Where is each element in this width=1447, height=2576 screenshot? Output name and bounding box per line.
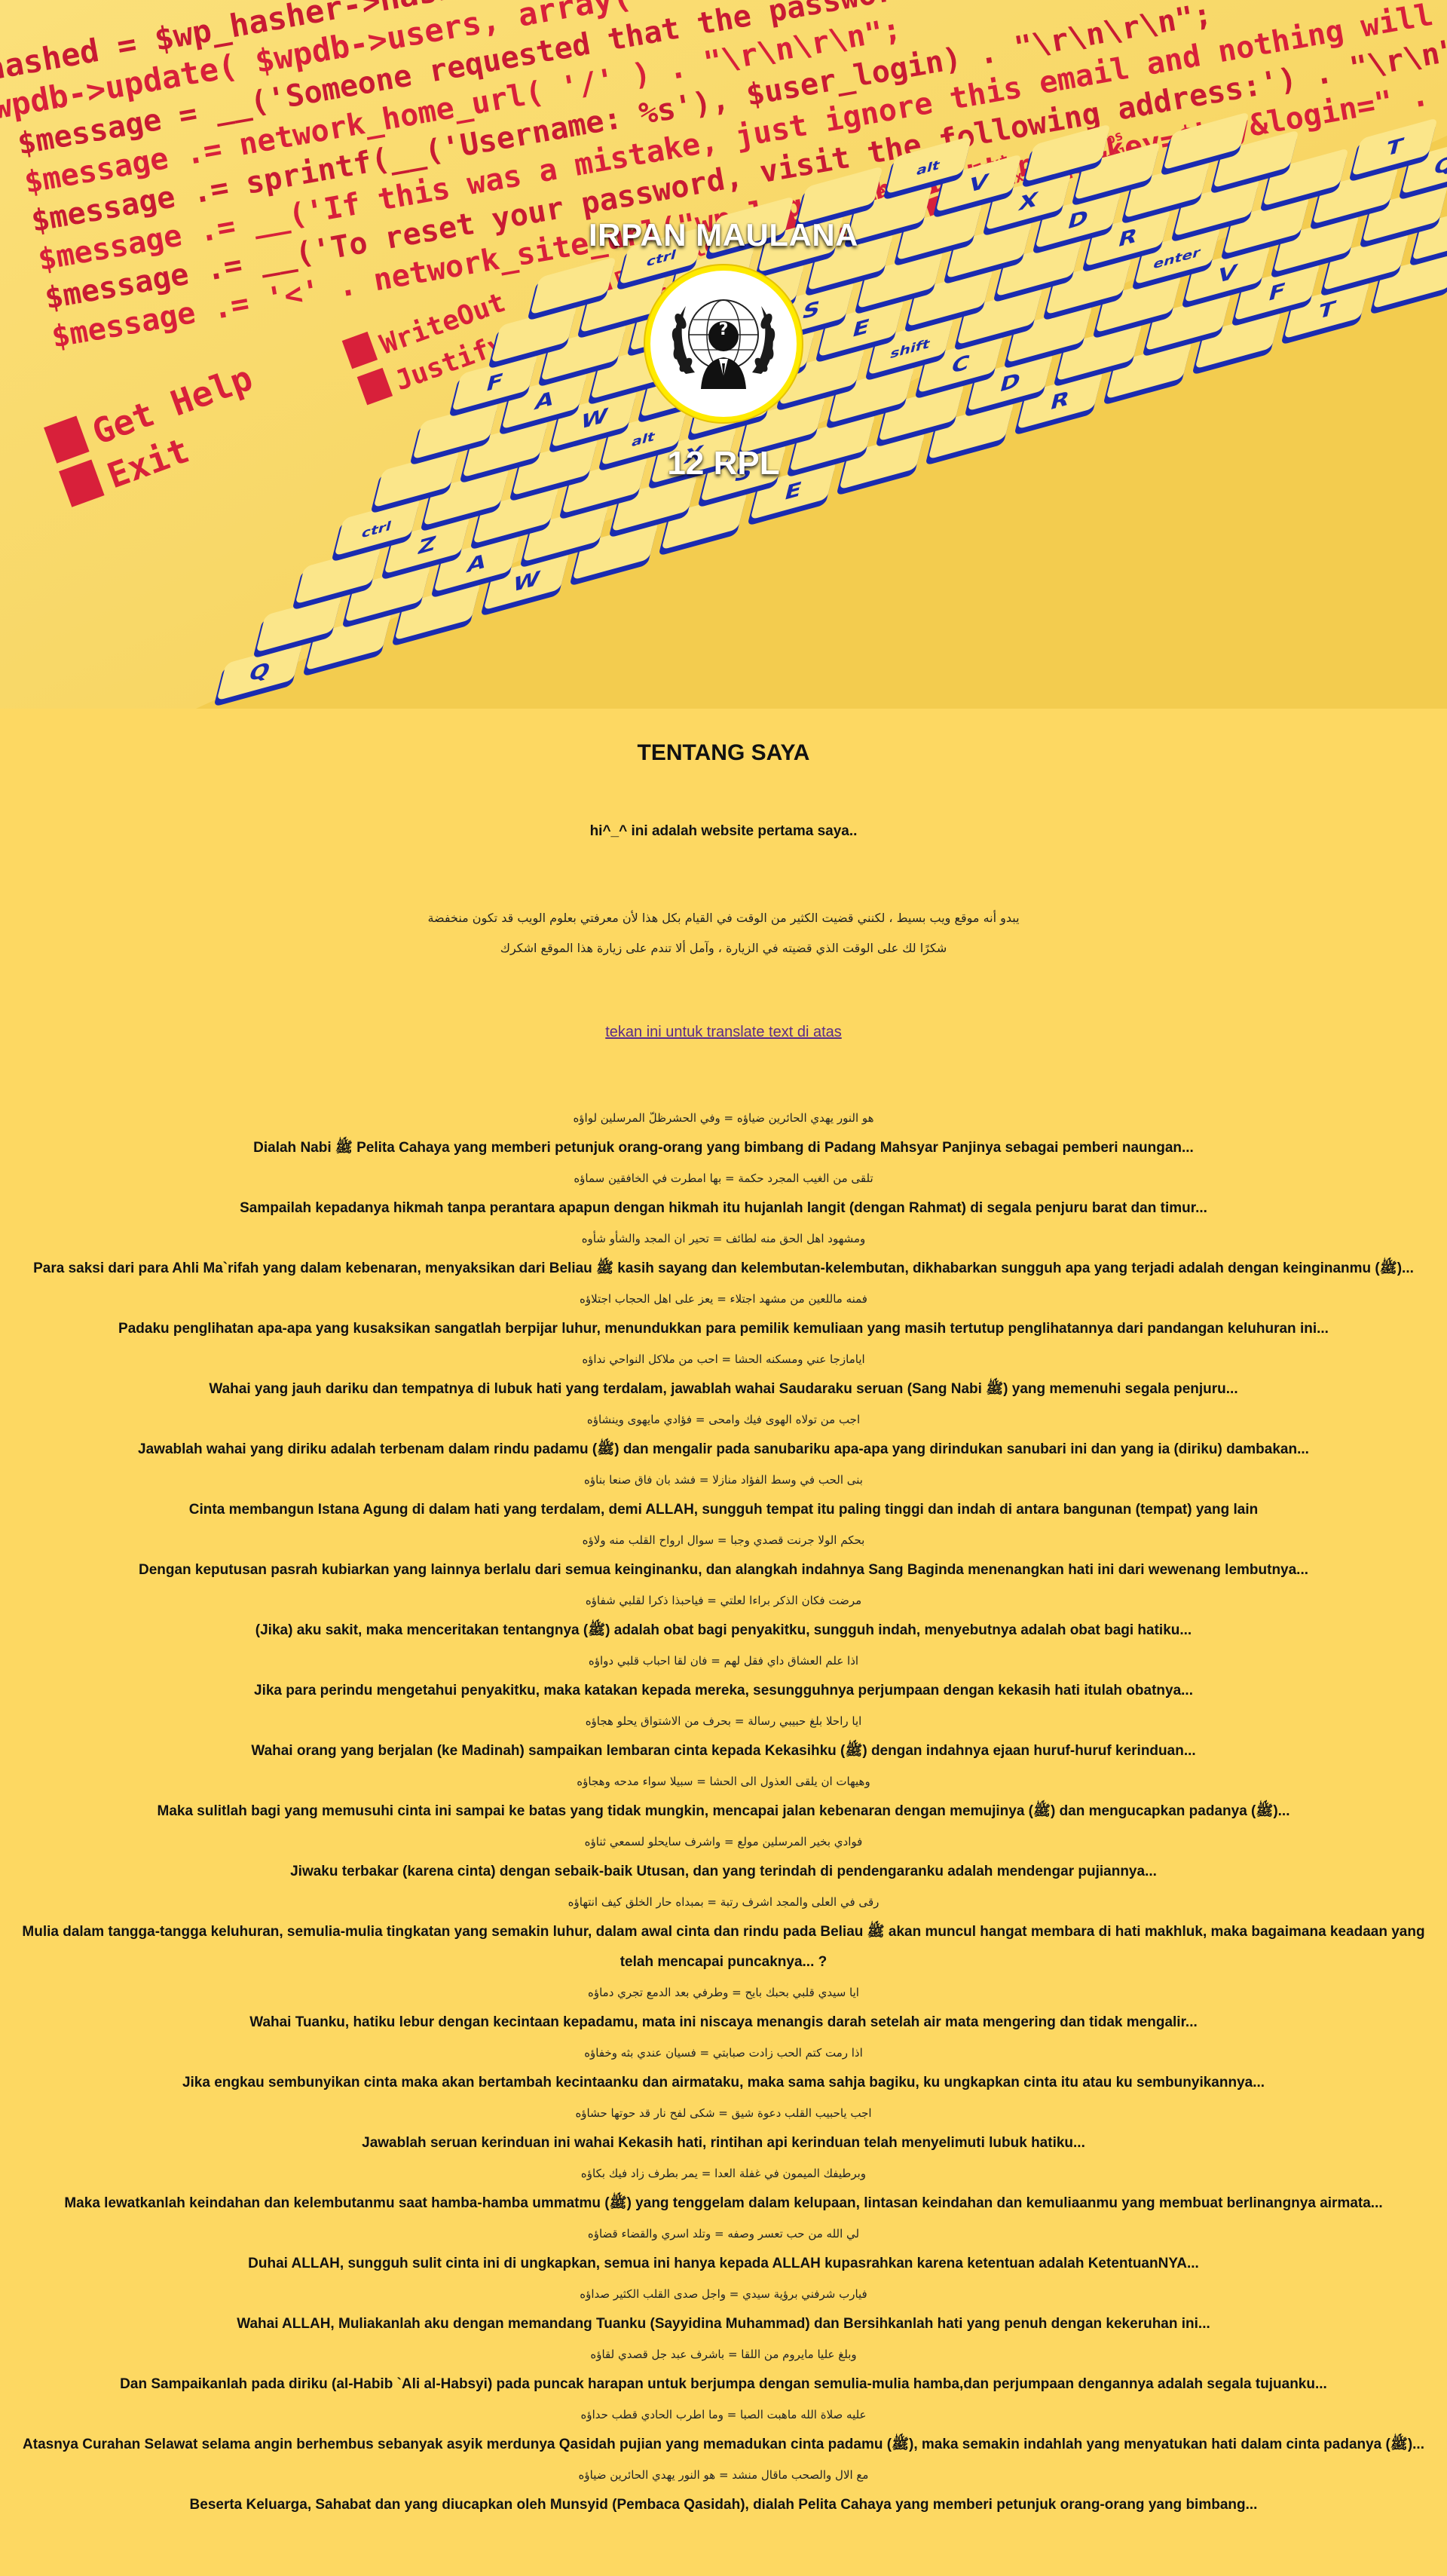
poem-verse-translation: Padaku penglihatan apa-apa yang kusaksik…: [118, 1321, 1329, 1337]
profile-class: 12 RPL: [667, 445, 780, 482]
poem-verse-arabic: اجب من تولاه الهوى فيك وامحى = فؤادي ماي…: [586, 1413, 861, 1426]
svg-text:?: ?: [719, 320, 729, 339]
poem-verse-arabic: عليه صلاة الله ماهبت الصبا = وما اطرب ال…: [580, 2408, 867, 2421]
poem-verse-arabic: هو النور يهدي الحائرين ضياؤه = وفي الحشر…: [573, 1111, 874, 1125]
poem-verse-arabic: فوادي بخير المرسلين مولع = واشرف سايحلو …: [584, 1835, 863, 1849]
poem-verse-arabic: لي الله من حب تعسر وصفه = وتلد اسري والق…: [587, 2227, 860, 2241]
poem-verse-translation: Cinta membangun Istana Agung di dalam ha…: [188, 1502, 1259, 1518]
poem-verse-arabic: اذا رمت كتم الحب زادت صبابتي = فسيان عند…: [584, 2046, 863, 2060]
poem-verse-translation: Para saksi dari para Ahli Ma`rifah yang …: [33, 1260, 1414, 1276]
arabic-intro-line: شكرًا لك على الوقت الذي قضيته في الزيارة…: [500, 941, 947, 955]
poem-verse-arabic: وبلغ عليا مايروم من اللقا = باشرف عبد جل…: [590, 2348, 857, 2361]
translate-link[interactable]: tekan ini untuk translate text di atas: [605, 1024, 842, 1041]
poem-verse-translation: Atasnya Curahan Selawat selama angin ber…: [23, 2437, 1424, 2452]
poem-verse-translation: Jawablah wahai yang diriku adalah terben…: [138, 1441, 1309, 1457]
poem-verse-translation: Wahai Tuanku, hatiku lebur dengan kecint…: [249, 2014, 1198, 2030]
poem-verse-translation: Dialah Nabi ﷺ Pelita Cahaya yang memberi…: [253, 1140, 1194, 1156]
anonymous-logo-icon: ?: [657, 277, 790, 410]
poem-verse-arabic: بحكم الولا جرنت قصدي وجبا = سوال ارواح ا…: [582, 1533, 865, 1547]
profile-header: IRPAN MAULANA ? 12 RPL: [0, 0, 1447, 709]
poem-verse-arabic: مرضت فكان الذكر براءا لعلتي = فياحبذا ذك…: [585, 1594, 862, 1607]
arabic-intro-line: يبدو أنه موقع ويب بسيط ، لكنني قضيت الكث…: [427, 911, 1020, 925]
section-title: TENTANG SAYA: [637, 740, 810, 765]
poem-verse-arabic: بنى الحب في وسط الفؤاد منازلا = فشد بان …: [584, 1473, 863, 1487]
poem-verse-translation: Maka sulitlah bagi yang memusuhi cinta i…: [157, 1803, 1290, 1819]
poem-verse-arabic: وهيهات ان يلقى العذول الى الحشا = سبيلا …: [577, 1775, 870, 1788]
poem-verse-translation: Dan Sampaikanlah pada diriku (al-Habib `…: [120, 2376, 1327, 2392]
poem-verse-arabic: فيارب شرفني برؤية سيدي = واجل صدى القلب …: [580, 2287, 867, 2301]
poem-verse-arabic: اجب ياحبيب القلب دعوة شيق = شكى لفح نار …: [575, 2106, 872, 2120]
poem-verse-translation: (Jika) aku sakit, maka menceritakan tent…: [255, 1622, 1192, 1638]
qasidah-poem: هو النور يهدي الحائرين ضياؤه = وفي الحشر…: [15, 1103, 1432, 2520]
poem-verse-translation: Jiwaku terbakar (karena cinta) dengan se…: [290, 1864, 1157, 1879]
poem-verse-arabic: تلقى من الغيب المجرد حكمة = بها امطرت في…: [574, 1172, 873, 1185]
poem-verse-translation: Jika para perindu mengetahui penyakitku,…: [254, 1683, 1193, 1698]
poem-verse-arabic: رقى في العلى والمجد اشرف رتبة = بمبداه ح…: [567, 1895, 880, 1909]
poem-verse-translation: Jika engkau sembunyikan cinta maka akan …: [182, 2075, 1265, 2091]
poem-verse-translation: Jawablah seruan kerinduan ini wahai Keka…: [362, 2135, 1085, 2151]
profile-name: IRPAN MAULANA: [588, 217, 859, 253]
poem-verse-translation: Wahai yang jauh dariku dan tempatnya di …: [209, 1381, 1238, 1397]
poem-verse-arabic: فمنه ماللعين من مشهد اجتلاء = يعز على اه…: [580, 1292, 867, 1306]
poem-verse-translation: Sampailah kepadanya hikmah tanpa peranta…: [240, 1200, 1207, 1216]
poem-verse-arabic: ايا راحلا بلغ حبيبي رسالة = بحرف من الاش…: [585, 1714, 862, 1728]
arabic-intro: يبدو أنه موقع ويب بسيط ، لكنني قضيت الكث…: [271, 903, 1176, 963]
poem-verse-arabic: ايامازجا عني ومسكنه الحشا = احب من ملاكل…: [582, 1352, 865, 1366]
poem-verse-translation: Mulia dalam tangga-tangga keluhuran, sem…: [22, 1924, 1425, 1970]
avatar: ?: [645, 265, 802, 422]
hero-banner: $hashed = $wp_hasher->HashPassword($wpdb…: [0, 0, 1447, 709]
poem-verse-arabic: وبرطيفك الميمون في غفلة العدا = يمر بطرف…: [580, 2167, 867, 2180]
poem-verse-translation: Wahai orang yang berjalan (ke Madinah) s…: [251, 1743, 1196, 1759]
poem-verse-arabic: ايا سيدي قلبي بحبك بايح = وطرفي بعد الدم…: [588, 1986, 859, 1999]
poem-verse-translation: Beserta Keluarga, Sahabat dan yang diuca…: [189, 2497, 1258, 2513]
poem-verse-translation: Wahai ALLAH, Muliakanlah aku dengan mema…: [237, 2316, 1210, 2332]
poem-verse-translation: Maka lewatkanlah keindahan dan kelembuta…: [64, 2195, 1383, 2211]
greeting-text: hi^_^ ini adalah website pertama saya..: [589, 823, 858, 839]
poem-verse-arabic: مع الال والصحب ماقال منشد = هو النور يهد…: [578, 2468, 869, 2482]
about-section: TENTANG SAYA hi^_^ ini adalah website pe…: [0, 740, 1447, 2520]
poem-verse-arabic: اذا علم العشاق داي فقل لهم = فان لقا احب…: [588, 1654, 859, 1668]
poem-verse-arabic: ومشهود اهل الحق منه لطائف = تحير ان المج…: [581, 1232, 866, 1245]
poem-verse-translation: Dengan keputusan pasrah kubiarkan yang l…: [138, 1562, 1309, 1578]
poem-verse-translation: Duhai ALLAH, sungguh sulit cinta ini di …: [248, 2256, 1199, 2271]
